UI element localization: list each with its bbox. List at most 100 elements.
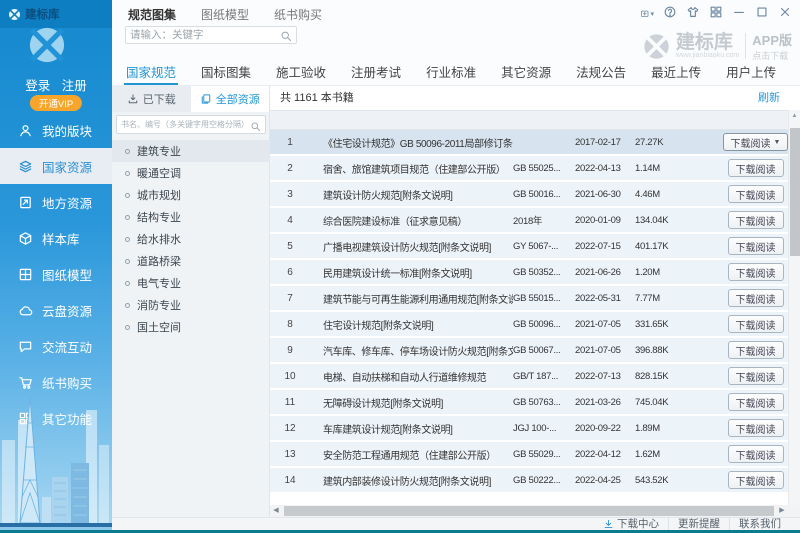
- download-read-button[interactable]: 下载阅读▼: [727, 341, 784, 359]
- download-read-button[interactable]: 下载阅读▼: [727, 263, 784, 281]
- watermark-name: 建标库: [675, 32, 733, 53]
- search-icon[interactable]: [250, 119, 261, 132]
- download-read-button[interactable]: 下载阅读▼: [722, 133, 789, 151]
- sidebar-nav-item[interactable]: 地方资源: [0, 184, 112, 220]
- category-tab[interactable]: 用户上传: [724, 57, 778, 85]
- download-read-button[interactable]: 下载阅读▼: [727, 419, 784, 437]
- table-row[interactable]: 12 车库建筑设计规范[附条文说明] JGJ 100-... 2020-09-2…: [270, 416, 788, 442]
- category-tab[interactable]: 施工验收: [274, 57, 328, 85]
- sidebar-nav-item[interactable]: 样本库: [0, 220, 112, 256]
- panel-tab[interactable]: 已下载: [112, 86, 191, 112]
- register-link[interactable]: 注册: [62, 79, 87, 93]
- table-row[interactable]: 8 住宅设计规范[附条文说明] GB 50096... 2021-07-05 3…: [270, 312, 788, 338]
- window-control[interactable]: ▾: [778, 7, 792, 21]
- download-read-button[interactable]: 下载阅读▼: [727, 315, 784, 333]
- book-code: GB 55029...: [513, 448, 561, 460]
- horizontal-scrollbar[interactable]: ◀ ▶: [270, 505, 800, 517]
- category-tab[interactable]: 国家规范: [124, 57, 179, 85]
- sidebar-nav-item[interactable]: 云盘资源: [0, 292, 112, 328]
- download-read-label: 下载阅读: [735, 346, 776, 358]
- vip-badge[interactable]: 开通VIP: [29, 95, 83, 111]
- row-number: 7: [287, 292, 293, 304]
- scroll-left-icon[interactable]: ◀: [270, 505, 282, 517]
- download-read-label: 下载阅读: [735, 450, 776, 462]
- window-control[interactable]: ▾: [640, 7, 654, 21]
- download-read-button[interactable]: 下载阅读▼: [727, 185, 784, 203]
- download-read-button[interactable]: 下载阅读▼: [727, 211, 784, 229]
- top-tab-label: 规范图集: [128, 7, 177, 22]
- table-row[interactable]: 7 建筑节能与可再生能源利用通用规范[附条文说明] GB 55015... 20…: [270, 286, 788, 312]
- category-tab[interactable]: 注册考试: [349, 57, 403, 85]
- horizontal-scrollbar-thumb[interactable]: [284, 506, 774, 516]
- table-row[interactable]: 13 安全防范工程通用规范（住建部公开版） GB 55029... 2022-0…: [270, 442, 788, 468]
- scroll-up-icon[interactable]: ▲: [789, 110, 800, 122]
- category-list: 建筑专业 暖通空调 城市规划 结构专业 给水排水 道路桥梁 电气专业 消防专业 …: [112, 140, 270, 338]
- scroll-right-icon[interactable]: ▶: [776, 505, 788, 517]
- category-item[interactable]: 建筑专业: [112, 140, 270, 162]
- table-row[interactable]: 1 《住宅设计规范》GB 50096-2011局部修订条文及说... 2017-…: [270, 130, 789, 156]
- sidebar-nav-item[interactable]: 图纸模型: [0, 256, 112, 292]
- category-item[interactable]: 电气专业: [112, 272, 270, 294]
- table-row[interactable]: 5 广播电视建筑设计防火规范[附条文说明] GY 5067-... 2022-0…: [270, 234, 788, 260]
- bullet-icon: [125, 280, 130, 286]
- window-control[interactable]: ▾: [709, 6, 723, 21]
- panel-tab[interactable]: 全部资源: [190, 86, 269, 112]
- download-read-label: 下载阅读: [735, 164, 776, 176]
- category-item[interactable]: 国土空间: [112, 316, 270, 338]
- top-tab[interactable]: 图纸模型: [201, 6, 249, 23]
- table-row[interactable]: 11 无障碍设计规范[附条文说明] GB 50763... 2021-03-26…: [270, 390, 788, 416]
- category-tab[interactable]: 其它资源: [499, 57, 553, 85]
- auth-links: 登录 注册: [0, 75, 112, 94]
- login-link[interactable]: 登录: [25, 79, 50, 93]
- window-control[interactable]: ▾: [663, 5, 677, 24]
- bullet-icon: [125, 324, 130, 330]
- category-tab[interactable]: 法规公告: [574, 57, 628, 85]
- status-bar-item[interactable]: 下载中心: [594, 518, 668, 530]
- category-item[interactable]: 道路桥梁: [112, 250, 270, 272]
- global-search-input[interactable]: [126, 29, 280, 41]
- top-tab[interactable]: 规范图集: [128, 6, 176, 23]
- top-tab[interactable]: 纸书购买: [274, 6, 322, 23]
- category-tab-label: 施工验收: [276, 65, 327, 80]
- vertical-scrollbar[interactable]: ▲: [788, 110, 800, 505]
- download-read-button[interactable]: 下载阅读▼: [727, 367, 784, 385]
- help-icon: [663, 5, 677, 24]
- download-read-button[interactable]: 下载阅读▼: [727, 445, 784, 463]
- download-read-button[interactable]: 下载阅读▼: [727, 159, 784, 177]
- category-item[interactable]: 城市规划: [112, 184, 270, 206]
- category-item[interactable]: 给水排水: [112, 228, 270, 250]
- table-row[interactable]: 2 宿舍、旅馆建筑项目规范（住建部公开版） GB 55025... 2022-0…: [270, 156, 788, 182]
- download-read-label: 下载阅读: [735, 268, 776, 280]
- status-bar-item[interactable]: 更新提醒: [668, 518, 729, 530]
- window-control[interactable]: ▾: [732, 7, 746, 21]
- table-row[interactable]: 3 建筑设计防火规范[附条文说明] GB 50016... 2021-06-30…: [270, 182, 788, 208]
- table-row[interactable]: 9 汽车库、修车库、停车场设计防火规范[附条文说明] GB 50067... 2…: [270, 338, 788, 364]
- sidebar-nav-item[interactable]: 国家资源: [0, 148, 112, 184]
- download-read-label: 下载阅读: [735, 294, 776, 306]
- sidebar-nav-item[interactable]: 交流互动: [0, 328, 112, 364]
- table-row[interactable]: 4 综合医院建设标准（征求意见稿） 2018年 2020-01-09 134.0…: [270, 208, 788, 234]
- screenshot-icon: [640, 5, 649, 23]
- refresh-link[interactable]: 刷新: [758, 86, 780, 110]
- window-control[interactable]: ▾: [686, 6, 700, 21]
- category-tab[interactable]: 行业标准: [424, 57, 478, 85]
- category-item[interactable]: 暖通空调: [112, 162, 270, 184]
- window-control[interactable]: ▾: [755, 6, 769, 21]
- sidebar-nav-item[interactable]: 我的版块: [0, 112, 112, 148]
- status-bar-item[interactable]: 联系我们: [729, 518, 790, 530]
- update-date: 2022-04-13: [575, 162, 621, 174]
- category-tab[interactable]: 最近上传: [649, 57, 703, 85]
- category-item[interactable]: 结构专业: [112, 206, 270, 228]
- table-row[interactable]: 14 建筑内部装修设计防火规范[附条文说明] GB 50222... 2022-…: [270, 468, 788, 494]
- download-read-button[interactable]: 下载阅读▼: [727, 237, 784, 255]
- table-row[interactable]: 6 民用建筑设计统一标准[附条文说明] GB 50352... 2021-06-…: [270, 260, 788, 286]
- category-tab[interactable]: 国标图集: [199, 57, 253, 85]
- vertical-scrollbar-thumb[interactable]: [790, 128, 800, 256]
- table-row[interactable]: 10 电梯、自动扶梯和自动人行道维修规范 GB/T 187... 2022-07…: [270, 364, 788, 390]
- download-read-button[interactable]: 下载阅读▼: [727, 471, 784, 489]
- category-item[interactable]: 消防专业: [112, 294, 270, 316]
- download-read-button[interactable]: 下载阅读▼: [727, 393, 784, 411]
- download-read-button[interactable]: 下载阅读▼: [727, 289, 784, 307]
- search-icon[interactable]: [280, 29, 292, 41]
- book-search-input[interactable]: [117, 120, 250, 129]
